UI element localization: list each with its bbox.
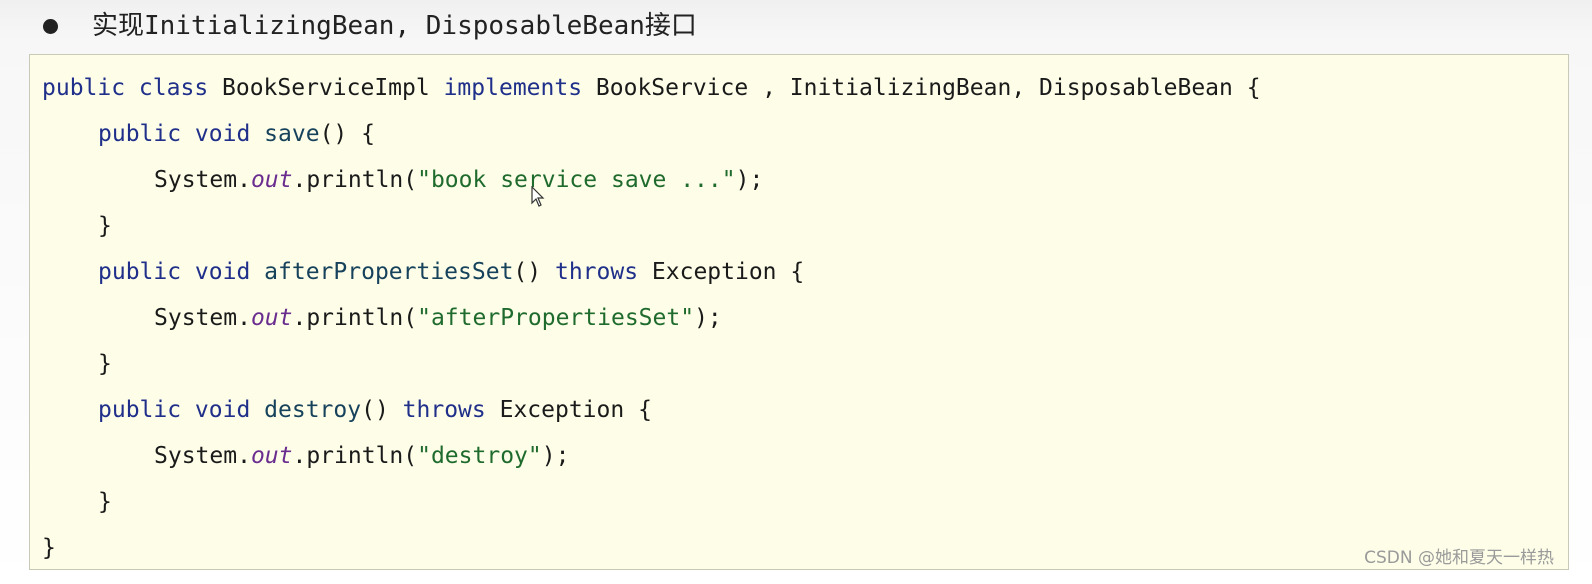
code-line-destroy-body: System.out.println("destroy"); xyxy=(42,439,569,473)
bullet-dot-icon xyxy=(43,19,58,34)
code-field: out xyxy=(250,167,293,193)
code-interfaces: BookService , InitializingBean, Disposab… xyxy=(595,75,1261,101)
code-punctuation: () xyxy=(361,397,403,423)
code-keyword: public class xyxy=(42,75,223,101)
code-line-destroy-close: } xyxy=(42,485,112,519)
code-brace: } xyxy=(98,489,112,515)
code-keyword: throws xyxy=(402,397,500,423)
bullet-heading-text: 实现InitializingBean, DisposableBean接口 xyxy=(92,11,697,41)
code-keyword: throws xyxy=(554,259,652,285)
code-block: public class BookServiceImpl implements … xyxy=(29,54,1569,570)
code-punctuation: () xyxy=(513,259,555,285)
code-brace: } xyxy=(98,351,112,377)
code-line-destroy-signature: public void destroy() throws Exception { xyxy=(42,393,652,427)
code-punctuation: ); xyxy=(735,167,764,193)
code-keyword: public void xyxy=(98,121,265,147)
bullet-heading: 实现InitializingBean, DisposableBean接口 xyxy=(0,0,1592,54)
code-string: "afterPropertiesSet" xyxy=(417,305,695,331)
code-exception: Exception { xyxy=(499,397,652,423)
code-keyword: public void xyxy=(98,259,265,285)
code-line-after-properties-signature: public void afterPropertiesSet() throws … xyxy=(42,255,804,289)
code-exception: Exception { xyxy=(651,259,805,285)
code-string: "destroy" xyxy=(417,443,542,469)
code-call: .println( xyxy=(292,443,418,469)
mouse-pointer-icon xyxy=(531,186,545,207)
code-object: System. xyxy=(154,167,251,193)
code-method-name: destroy xyxy=(264,397,362,423)
code-line-after-properties-body: System.out.println("afterPropertiesSet")… xyxy=(42,301,722,335)
code-call: .println( xyxy=(292,305,418,331)
code-line-save-signature: public void save() { xyxy=(42,117,375,151)
code-call: .println( xyxy=(292,167,418,193)
code-object: System. xyxy=(154,305,251,331)
code-string: "book service save ..." xyxy=(417,167,736,193)
code-field: out xyxy=(250,305,293,331)
code-line-class-declaration: public class BookServiceImpl implements … xyxy=(42,71,1261,105)
watermark: CSDN @她和夏天一样热 xyxy=(1364,548,1554,568)
code-line-save-close: } xyxy=(42,209,112,243)
code-punctuation: () { xyxy=(319,121,375,147)
code-object: System. xyxy=(154,443,251,469)
code-brace: } xyxy=(42,535,56,561)
code-class-name: BookServiceImpl xyxy=(222,75,444,101)
code-punctuation: ); xyxy=(541,443,570,469)
code-brace: } xyxy=(98,213,112,239)
code-line-save-body: System.out.println("book service save ..… xyxy=(42,163,763,197)
code-field: out xyxy=(250,443,293,469)
code-keyword: public void xyxy=(98,397,265,423)
code-punctuation: ); xyxy=(694,305,722,331)
code-method-name: save xyxy=(264,121,320,147)
code-line-after-properties-close: } xyxy=(42,347,112,381)
code-method-name: afterPropertiesSet xyxy=(264,259,514,285)
code-line-class-close: } xyxy=(42,531,56,565)
code-keyword: implements xyxy=(443,75,596,101)
